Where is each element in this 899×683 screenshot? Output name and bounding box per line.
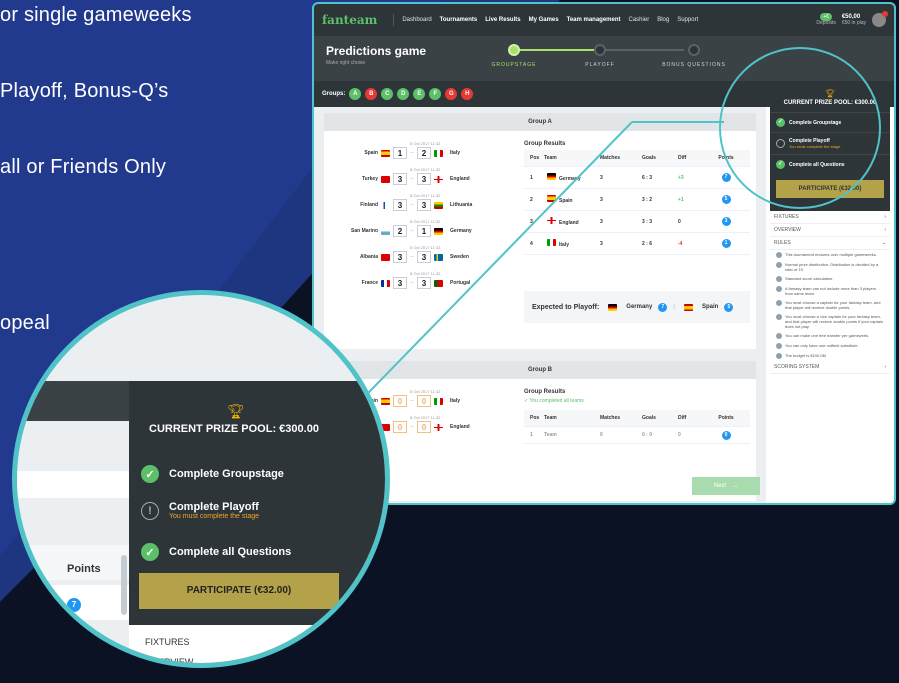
highlight-circle xyxy=(719,47,881,209)
checklist-label: Complete Playoff xyxy=(169,501,259,513)
check-icon: ✓ xyxy=(141,465,159,483)
checklist-sub: You must complete the stage xyxy=(169,513,260,520)
zoom-accordion-fixtures[interactable]: FIXTURES xyxy=(145,637,190,647)
zoom-points-badge: 7 xyxy=(67,598,81,612)
zoom-check-item: ✓ Complete all Questions xyxy=(141,543,291,561)
checklist-label: Complete all Questions xyxy=(169,546,292,558)
checklist-label: Complete Groupstage xyxy=(169,468,284,480)
promo-canvas: or single gameweeks Playoff, Bonus-Q’s a… xyxy=(0,0,899,683)
zoom-participate-button[interactable]: PARTICIPATE (€32.00) xyxy=(139,573,339,609)
zoom-row xyxy=(17,471,129,499)
scrollbar[interactable] xyxy=(121,555,127,615)
check-icon: ✓ xyxy=(141,543,159,561)
pending-icon: ! xyxy=(141,501,159,520)
zoom-prize-pool: CURRENT PRIZE POOL: €300.00 xyxy=(149,423,319,435)
zoom-points-header: Points xyxy=(67,563,101,575)
zoom-check-item: ! Complete Playoff You must complete the s… xyxy=(141,501,259,520)
zoom-header-strip xyxy=(17,381,129,421)
trophy-icon: 🏆︎ xyxy=(227,403,245,419)
magnified-view: Points 7 🏆︎ CURRENT PRIZE POOL: €300.00 … xyxy=(12,290,390,668)
zoom-check-item: ✓ Complete Groupstage xyxy=(141,465,284,483)
